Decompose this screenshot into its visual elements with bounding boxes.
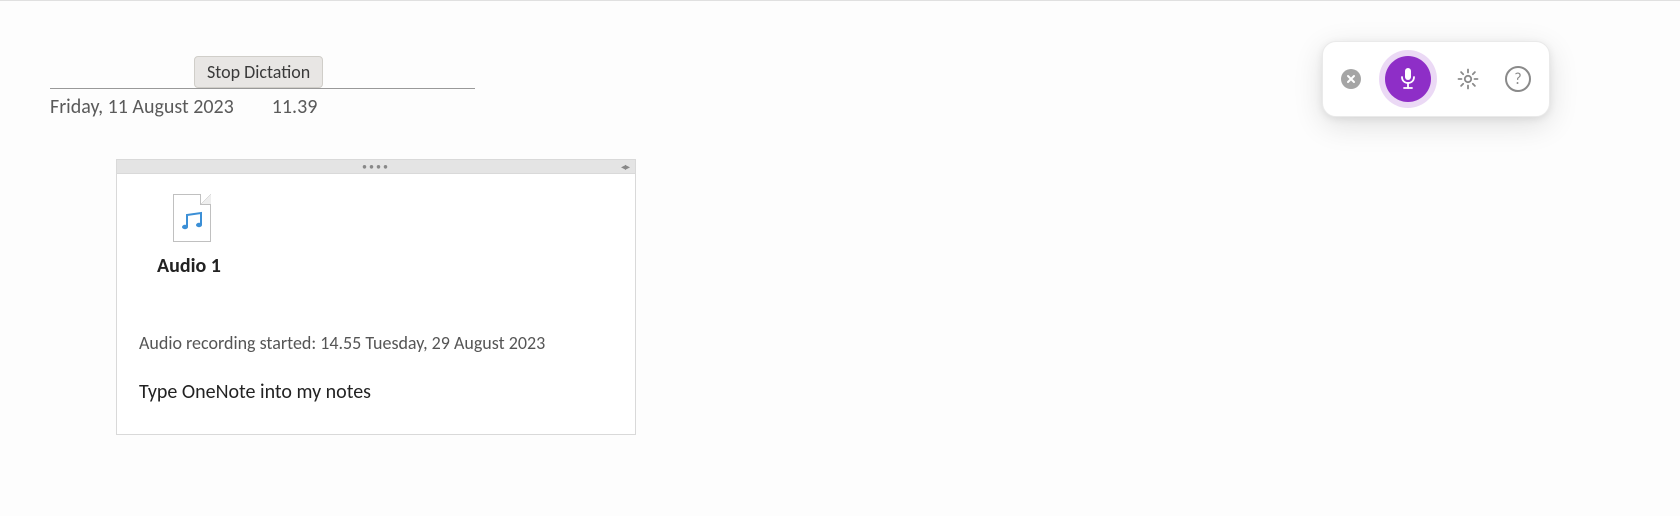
help-icon: ?	[1514, 70, 1521, 89]
note-text[interactable]: Type OneNote into my notes	[139, 380, 613, 404]
page-time: 11.39	[272, 95, 318, 119]
settings-button[interactable]	[1455, 66, 1481, 92]
drag-handle-icon[interactable]: ••••	[362, 162, 390, 172]
audio-file-icon[interactable]	[173, 194, 211, 242]
help-button[interactable]: ?	[1505, 66, 1531, 92]
gear-icon	[1456, 67, 1480, 91]
microphone-icon	[1399, 67, 1417, 91]
microphone-button[interactable]	[1385, 56, 1431, 102]
note-body[interactable]: Audio 1 Audio recording started: 14.55 T…	[117, 174, 635, 434]
audio-file-label[interactable]: Audio 1	[157, 254, 613, 278]
dictation-toolbar: ?	[1322, 41, 1550, 117]
recording-status-text: Audio recording started: 14.55 Tuesday, …	[139, 332, 613, 354]
note-container-header[interactable]: •••• ◂▸	[117, 160, 635, 174]
note-container[interactable]: •••• ◂▸ Audio 1 Audio recording started:…	[116, 159, 636, 435]
page-date: Friday, 11 August 2023	[50, 95, 234, 119]
close-icon	[1346, 74, 1356, 84]
resize-arrows-icon[interactable]: ◂▸	[621, 162, 629, 172]
close-button[interactable]	[1341, 69, 1361, 89]
page-header: Friday, 11 August 2023 11.39	[50, 88, 475, 119]
stop-dictation-tooltip: Stop Dictation	[194, 56, 323, 88]
